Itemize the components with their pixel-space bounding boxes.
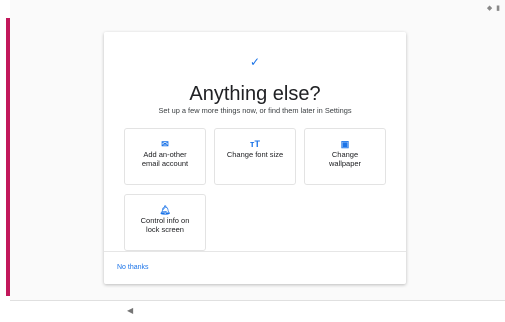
dialog-subtitle: Set up a few more things now, or find th… [158, 106, 352, 115]
change-wallpaper-tile[interactable]: ▣ Change wallpaper [304, 128, 386, 185]
checkmark-icon: ✓ [249, 55, 261, 69]
bell-icon: 🔔︎ [159, 205, 171, 215]
side-accent-bar [6, 18, 10, 296]
add-email-account-tile[interactable]: ✉ Add an-other email account [124, 128, 206, 185]
tile-label: Change font size [226, 150, 284, 159]
wallpaper-icon: ▣ [340, 139, 350, 149]
font-size-icon: ᴛT [250, 139, 260, 149]
back-icon[interactable]: ◀ [127, 307, 133, 315]
nav-divider [10, 300, 505, 301]
change-font-size-tile[interactable]: ᴛT Change font size [214, 128, 296, 185]
setup-dialog: ✓ Anything else? Set up a few more thing… [104, 32, 406, 284]
tile-label: Control info on lock screen [140, 216, 190, 234]
status-icons: ◆ ▮ [486, 5, 501, 12]
tile-label: Add an-other email account [141, 150, 189, 168]
no-thanks-button[interactable]: No thanks [117, 264, 149, 272]
divider [104, 251, 406, 252]
lock-screen-info-tile[interactable]: 🔔︎ Control info on lock screen [124, 194, 206, 251]
envelope-icon: ✉ [161, 139, 169, 149]
tile-label: Change wallpaper [328, 150, 362, 168]
dialog-title: Anything else? [189, 83, 321, 105]
